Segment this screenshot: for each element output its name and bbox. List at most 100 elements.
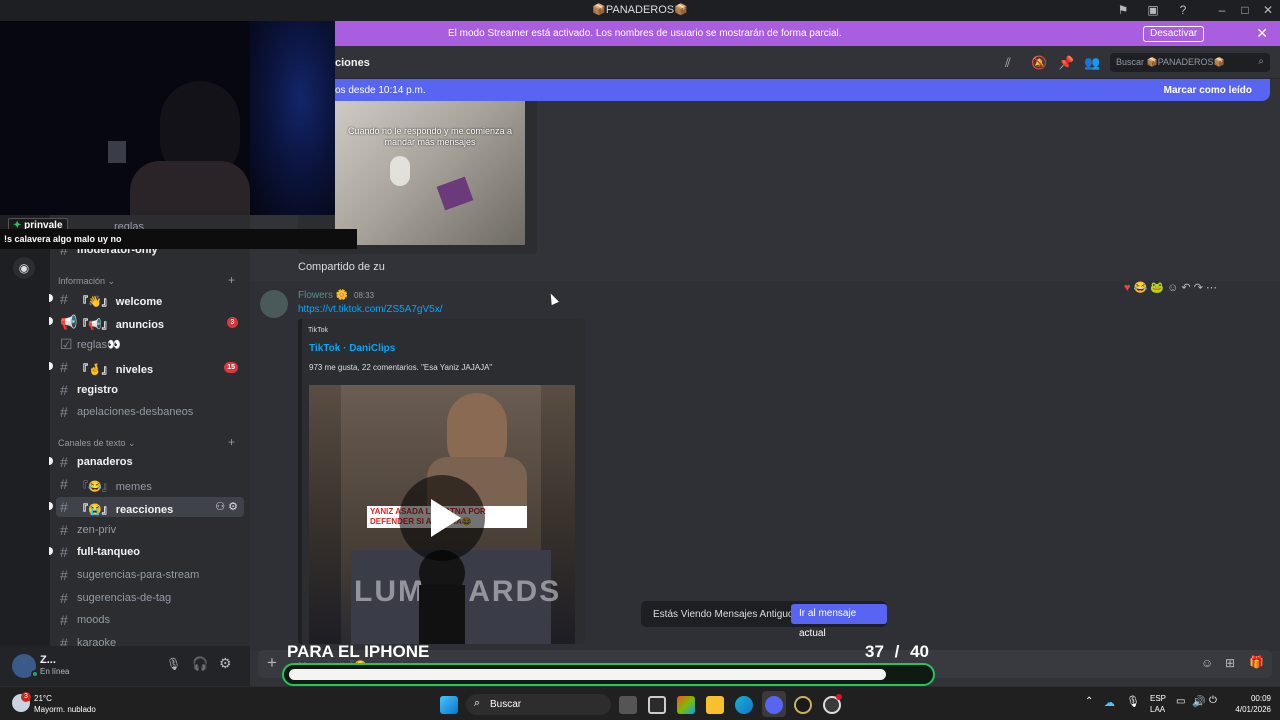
discord-icon[interactable] bbox=[765, 696, 783, 714]
new-messages-bar[interactable]: vos desde 10:14 p.m. Marcar como leído bbox=[320, 79, 1270, 101]
copilot-icon[interactable] bbox=[677, 696, 695, 714]
task-view-icon[interactable] bbox=[619, 696, 637, 714]
embed-title[interactable]: TikTok · DaniClips bbox=[309, 343, 395, 354]
channel-sugerencias-de-tag[interactable]: # sugerencias-de-tag bbox=[56, 588, 244, 608]
upload-plus-icon[interactable]: + bbox=[267, 653, 277, 673]
discover-icon[interactable]: ◉ bbox=[13, 257, 35, 279]
threads-icon[interactable]: ⫽ bbox=[1005, 55, 1011, 71]
windows-start-icon[interactable] bbox=[440, 696, 458, 714]
minimize-icon[interactable]: – bbox=[1215, 3, 1229, 17]
invite-and-settings-icon[interactable]: ⚇ ⚙ bbox=[215, 500, 238, 513]
author-avatar[interactable] bbox=[260, 290, 288, 318]
gift-icon[interactable]: 🎁 bbox=[1249, 655, 1264, 669]
message-timestamp: 08:33 bbox=[354, 291, 375, 300]
channel-anuncios[interactable]: 📢 『📢』 anuncios 3 bbox=[49, 312, 244, 332]
channel-niveles[interactable]: # 『🤞』 niveles 15 bbox=[49, 357, 244, 377]
embed-provider: TikTok bbox=[308, 327, 328, 334]
chat-message: !s calavera algo malo uy no bbox=[4, 234, 122, 244]
keyboard-layout: LAA bbox=[1150, 705, 1166, 714]
search-input[interactable]: Buscar 📦PANADEROS📦 ⌕ bbox=[1110, 53, 1270, 72]
channel-welcome[interactable]: # 『👋』 welcome bbox=[49, 289, 244, 309]
channel-memes[interactable]: # 『😂』 memes bbox=[56, 474, 244, 494]
overlay-goal-title: PARA EL IPHONE bbox=[287, 642, 430, 661]
channel-karaoke[interactable]: # karaoke bbox=[56, 633, 244, 646]
language-code[interactable]: ESP bbox=[1150, 694, 1166, 703]
channel-apelaciones[interactable]: # apelaciones-desbaneos bbox=[56, 402, 244, 422]
channel-reglas[interactable]: ☑ reglas👀 bbox=[56, 334, 244, 354]
help-icon[interactable]: ? bbox=[1176, 3, 1190, 17]
old-messages-text: Estás Viendo Mensajes Antiguos bbox=[653, 609, 799, 620]
channel-full-tanqueo[interactable]: # full-tanqueo bbox=[49, 542, 244, 562]
network-icon[interactable]: ▭ bbox=[1176, 696, 1185, 707]
channel-zen-priv[interactable]: # zen-priv bbox=[56, 520, 244, 540]
previous-video-thumbnail[interactable]: Cuando no le respondo y me comienza a ma… bbox=[335, 101, 525, 245]
add-channel-icon[interactable]: + bbox=[228, 435, 235, 449]
mic-tray-icon[interactable]: 🎙 bbox=[1126, 695, 1140, 708]
close-banner-icon[interactable]: ✕ bbox=[1256, 25, 1268, 42]
mention-badge: 15 bbox=[224, 362, 238, 373]
apps-icon[interactable]: ⊞ bbox=[1225, 656, 1235, 670]
streamer-mode-banner: El modo Streamer está activado. Los nomb… bbox=[335, 21, 1280, 46]
jump-to-present-button[interactable]: Ir al mensaje actual bbox=[791, 604, 887, 639]
pin-icon[interactable]: 📌 bbox=[1058, 55, 1074, 71]
channel-panaderos[interactable]: # panaderos bbox=[49, 452, 244, 472]
mark-as-read-button[interactable]: Marcar como leído bbox=[1164, 85, 1252, 96]
clock-time[interactable]: 00:09 bbox=[1235, 694, 1271, 703]
add-reaction-icon[interactable]: ☺ bbox=[1167, 282, 1178, 294]
online-status-dot bbox=[31, 670, 39, 678]
weather-temp: 21°C bbox=[34, 694, 52, 703]
window-titlebar: 📦PANADEROS📦 ⚑ ▣ ? – □ ✕ bbox=[0, 0, 1280, 21]
maximize-icon[interactable]: □ bbox=[1238, 3, 1252, 17]
channel-registro[interactable]: # registro bbox=[56, 380, 244, 400]
inbox-flag-icon[interactable]: ⚑ bbox=[1116, 3, 1130, 17]
emoji-icon[interactable]: ☺ bbox=[1201, 656, 1213, 670]
message-author[interactable]: Flowers 🌼 bbox=[298, 290, 348, 301]
channel-name: ciones bbox=[335, 57, 370, 69]
webcam-overlay bbox=[0, 21, 335, 215]
mute-bell-icon[interactable]: 🔕 bbox=[1031, 55, 1047, 71]
member-list-icon[interactable]: 👥 bbox=[1084, 55, 1100, 71]
custom-emoji-icon[interactable]: 🐸 bbox=[1150, 282, 1164, 294]
channel-reacciones[interactable]: # 『😭』 reacciones ⚇ ⚙ bbox=[49, 497, 244, 517]
taskbar-search[interactable]: ⌕ Buscar bbox=[466, 694, 611, 715]
category-canales-de-texto[interactable]: Canales de texto ⌄ bbox=[58, 438, 136, 449]
file-explorer-icon[interactable] bbox=[706, 696, 724, 714]
deactivate-streamer-button[interactable]: Desactivar bbox=[1143, 26, 1205, 42]
play-icon bbox=[431, 499, 461, 537]
channel-sugerencias-para-stream[interactable]: # sugerencias-para-stream bbox=[56, 565, 244, 585]
app-icon[interactable] bbox=[794, 696, 812, 714]
reply-icon[interactable]: ↶ bbox=[1181, 282, 1190, 294]
close-window-icon[interactable]: ✕ bbox=[1261, 3, 1275, 17]
user-status: En línea bbox=[40, 667, 70, 676]
laugh-reaction-icon[interactable]: 😂 bbox=[1134, 282, 1148, 294]
edge-icon[interactable] bbox=[735, 696, 753, 714]
forward-icon[interactable]: ↷ bbox=[1194, 282, 1203, 294]
headphones-icon[interactable]: 🎧 bbox=[192, 656, 208, 672]
heart-reaction-icon[interactable]: ♥ bbox=[1124, 282, 1131, 294]
tiktok-video-thumbnail[interactable]: LUMIN ARDS YANIZ ASADA LA MATNA POR DEFE… bbox=[309, 385, 575, 644]
category-informacion[interactable]: Información ⌄ bbox=[58, 276, 115, 287]
tray-chevron-icon[interactable]: ⌃ bbox=[1085, 696, 1093, 707]
screen-share-icon[interactable]: ▣ bbox=[1146, 3, 1160, 17]
battery-icon[interactable]: ⏻ bbox=[1209, 695, 1217, 706]
overlay-progress-fill bbox=[289, 669, 886, 680]
clock-date: 4/01/2026 bbox=[1235, 705, 1271, 714]
tiktok-link[interactable]: https://vt.tiktok.com/ZS5A7gV5x/ bbox=[298, 304, 443, 315]
search-icon: ⌕ bbox=[1258, 56, 1264, 67]
onedrive-icon[interactable]: ☁ bbox=[1104, 696, 1115, 709]
add-channel-icon[interactable]: + bbox=[228, 273, 235, 287]
message-actions: ♥ 😂 🐸 ☺ ↶ ↷ ⋯ bbox=[1124, 281, 1217, 295]
microphone-icon[interactable]: 🎙 bbox=[166, 657, 181, 671]
notification-dot bbox=[836, 694, 842, 700]
channel-moods[interactable]: # moods bbox=[56, 610, 244, 630]
windows-taskbar: 3 21°C Mayorm. nublado ⌕ Buscar ⌃ ☁ 🎙 ES… bbox=[0, 686, 1280, 720]
embed-description: 973 me gusta, 22 comentarios. "Esa Yaniz… bbox=[309, 363, 493, 372]
weather-badge: 3 bbox=[21, 692, 31, 702]
shared-text: Compartido de zu bbox=[298, 261, 385, 273]
more-icon[interactable]: ⋯ bbox=[1206, 282, 1217, 294]
volume-icon[interactable]: 🔊 bbox=[1192, 695, 1206, 708]
mention-badge: 3 bbox=[227, 317, 238, 328]
user-panel: Z... En línea 🎙 🎧 ⚙ bbox=[0, 646, 250, 686]
user-settings-gear-icon[interactable]: ⚙ bbox=[219, 655, 232, 672]
store-icon[interactable] bbox=[648, 696, 666, 714]
